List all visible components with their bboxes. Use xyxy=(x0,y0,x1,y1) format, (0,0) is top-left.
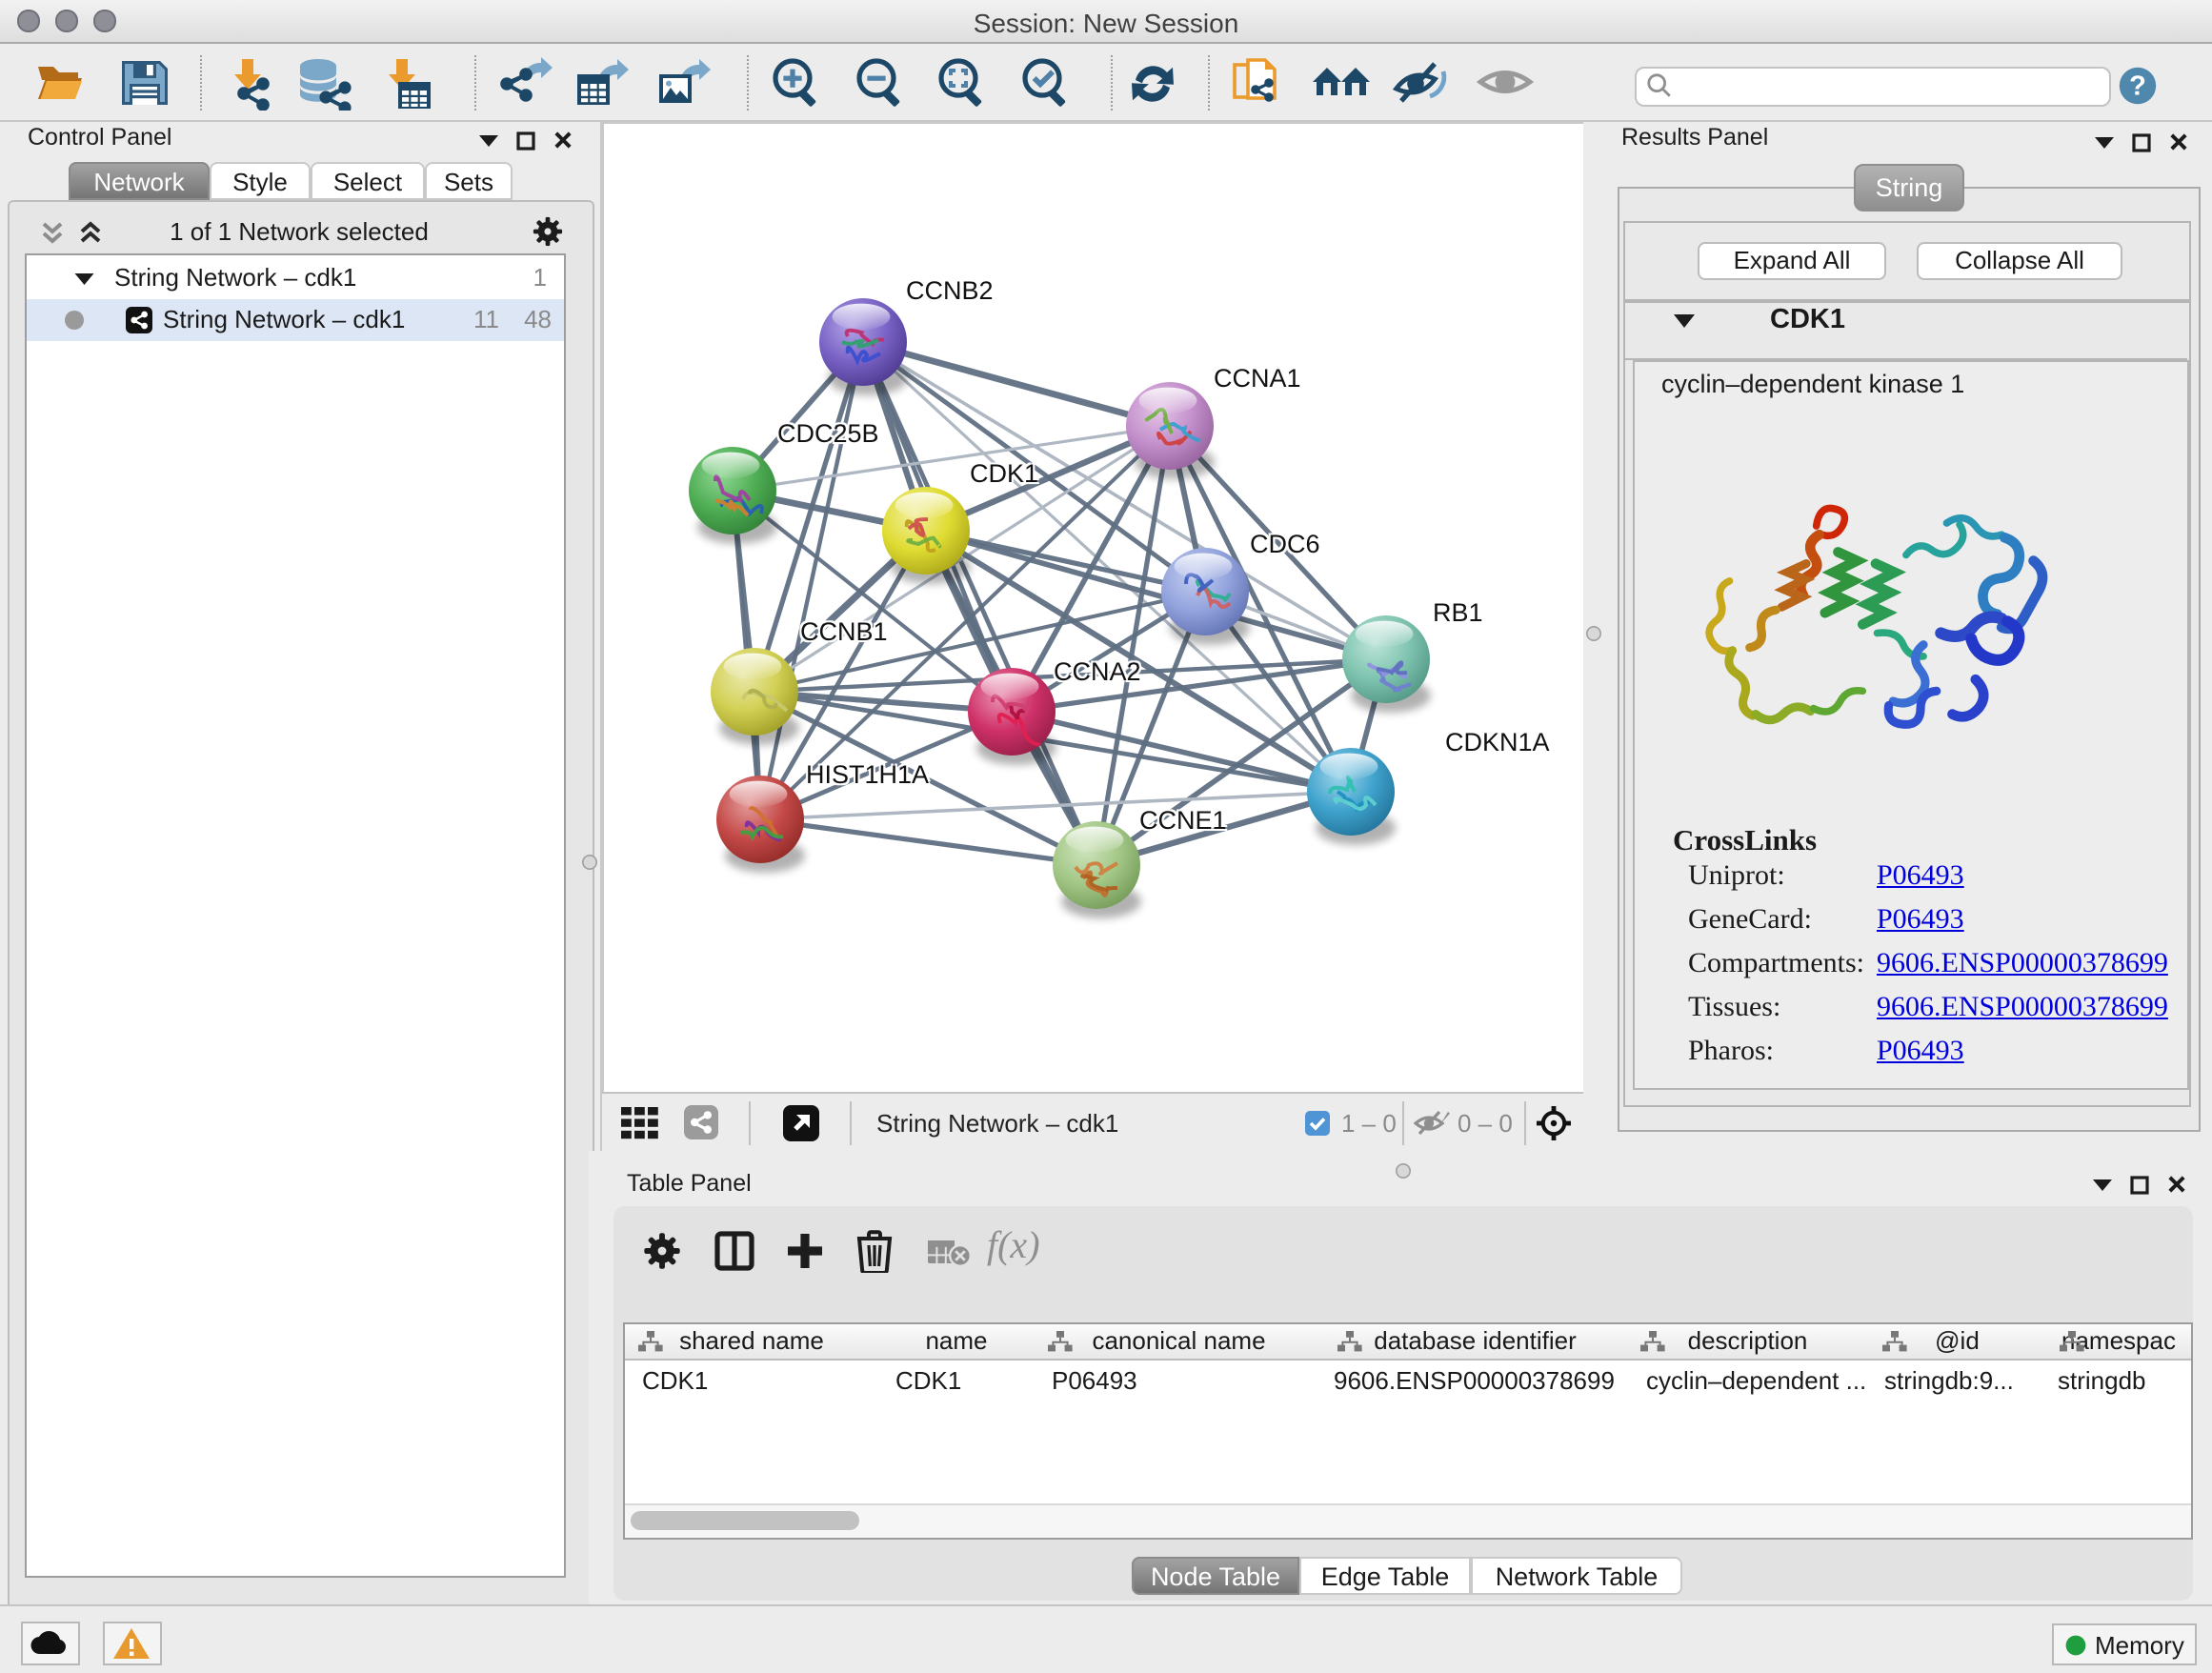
svg-text:?: ? xyxy=(2129,71,2146,101)
